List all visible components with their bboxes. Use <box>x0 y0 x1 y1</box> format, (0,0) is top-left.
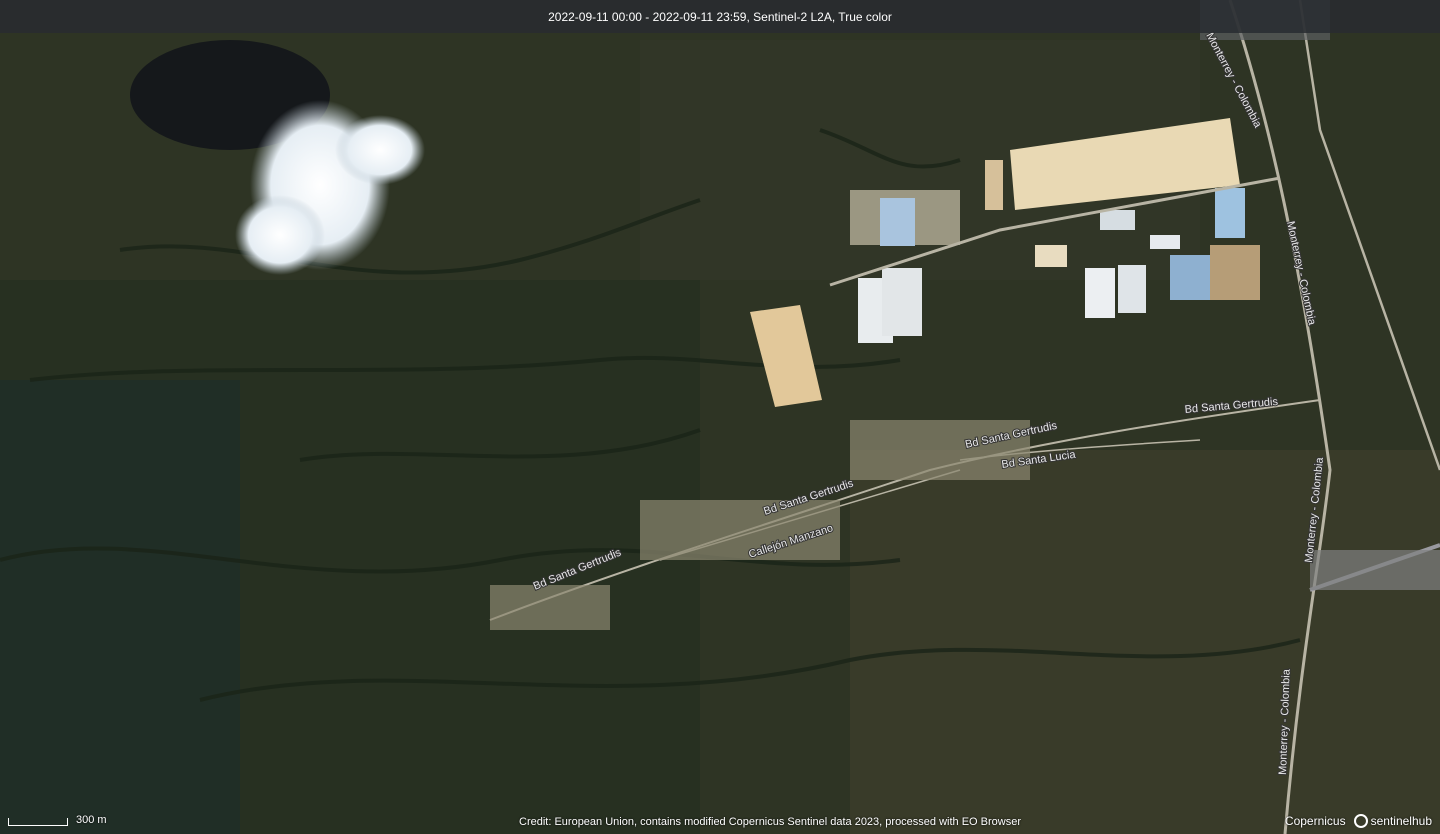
sentinelhub-icon <box>1353 814 1368 828</box>
satellite-map[interactable]: Monterrey - Colombia Monterrey - Colombi… <box>0 0 1440 834</box>
acquisition-info-bar: 2022-09-11 00:00 - 2022-09-11 23:59, Sen… <box>0 0 1440 33</box>
acquisition-info-text: 2022-09-11 00:00 - 2022-09-11 23:59, Sen… <box>548 9 892 24</box>
copernicus-logo: Copernicus <box>1285 814 1346 828</box>
provider-logos: Copernicus sentinelhub <box>1285 814 1432 828</box>
copernicus-label: Copernicus <box>1284 814 1346 828</box>
sentinelhub-label: sentinelhub <box>1370 814 1432 828</box>
sentinelhub-logo: sentinelhub <box>1353 814 1432 828</box>
credit-text: Credit: European Union, contains modifie… <box>519 816 1021 828</box>
